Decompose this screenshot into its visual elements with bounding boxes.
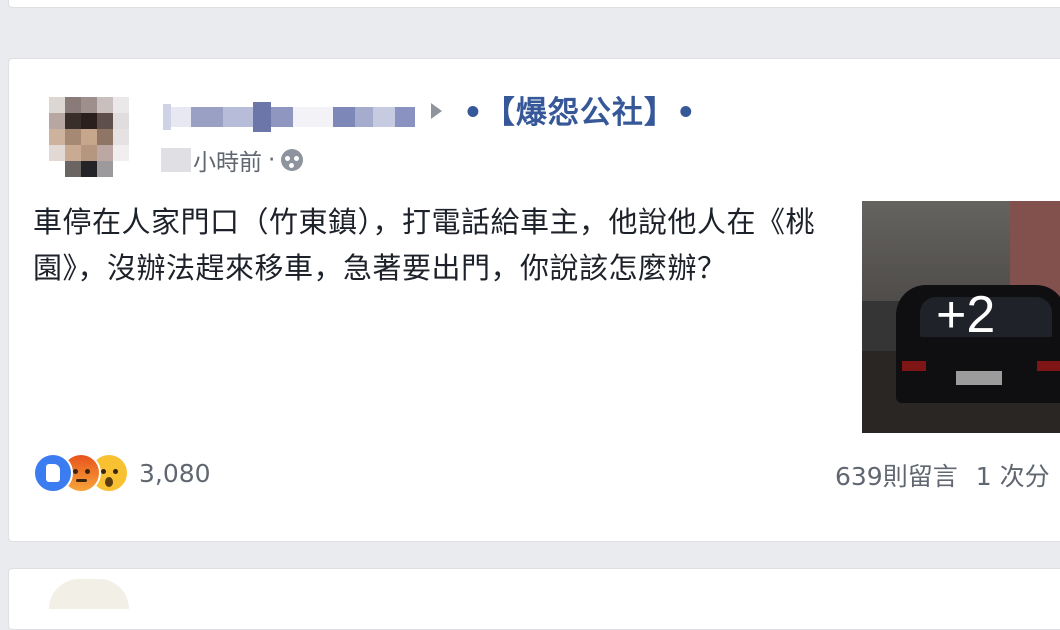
post-meta: 小時前 · <box>161 143 304 177</box>
group-name-link[interactable]: •【爆怨公社】• <box>463 87 697 132</box>
comments-count-link[interactable]: 639則留言 <box>835 457 958 493</box>
post-text: 車停在人家門口（竹東鎮），打電話給車主，他說他人在《桃園》，沒辦法趕來移車，急著… <box>33 205 816 285</box>
like-icon <box>33 453 73 493</box>
next-post-card <box>8 568 1060 630</box>
next-post-avatar <box>49 579 129 609</box>
post-stats: 639則留言 1 次分 <box>835 455 1050 495</box>
avatar[interactable] <box>49 97 129 177</box>
globe-icon[interactable] <box>281 149 304 171</box>
timestamp-blurred <box>161 148 191 172</box>
shares-count-link[interactable]: 1 次分 <box>976 457 1050 493</box>
previous-post-card <box>8 0 1060 8</box>
timestamp-link[interactable]: 小時前 <box>193 143 262 177</box>
meta-separator: · <box>268 147 276 173</box>
post-card: •【爆怨公社】• 小時前 · 車停在人家門口（竹東鎮），打電話給車主，他說他人在… <box>8 58 1060 542</box>
reaction-count[interactable]: 3,080 <box>139 459 211 488</box>
post-photo[interactable]: +2 <box>862 201 1060 433</box>
author-name-blurred[interactable] <box>163 100 417 134</box>
reactions-summary[interactable]: 3,080 <box>33 451 211 495</box>
arrow-right-icon <box>431 103 442 119</box>
more-photos-count[interactable]: +2 <box>936 285 995 345</box>
